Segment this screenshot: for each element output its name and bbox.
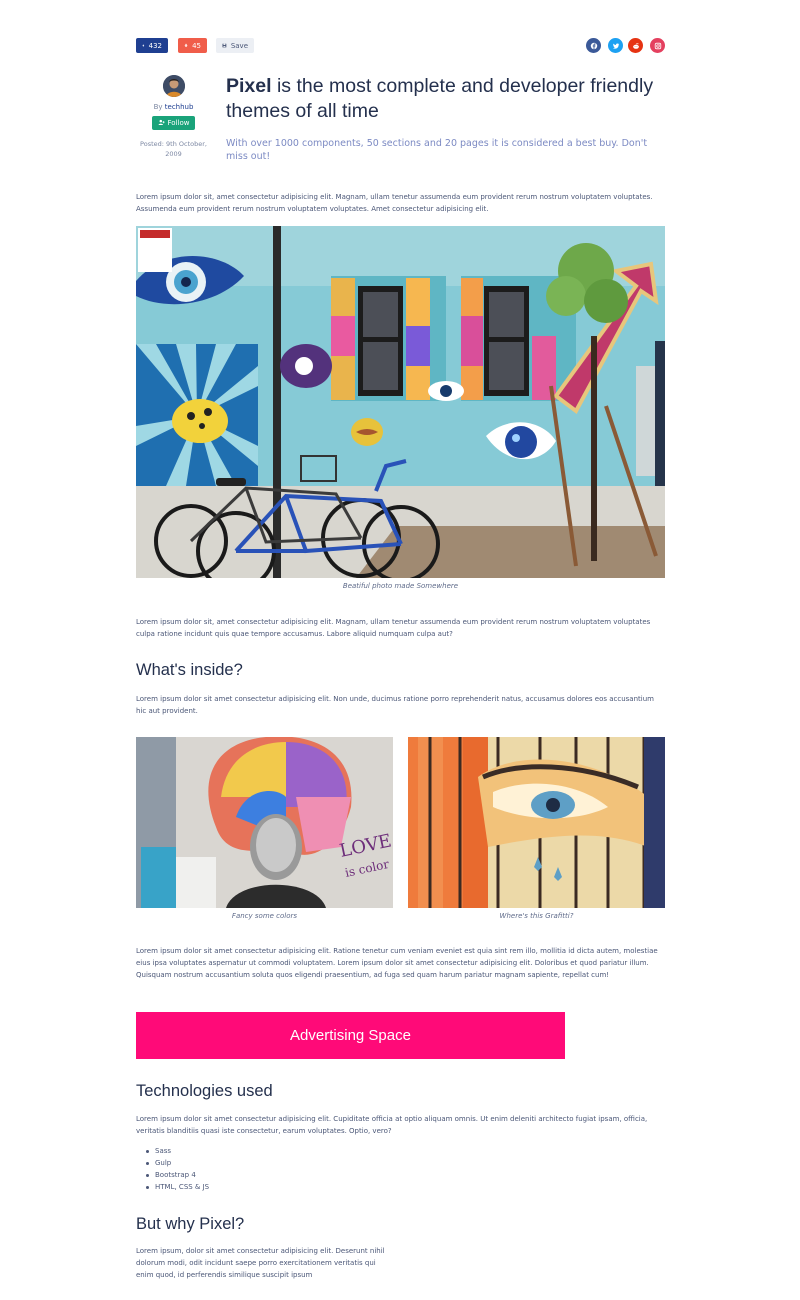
photo-colors-caption: Fancy some colors <box>231 912 298 920</box>
article-action-bar: 432 45 Save <box>136 38 665 54</box>
arrow-down-icon <box>184 43 188 48</box>
photo-colors: LOVE is color <box>136 737 393 908</box>
title-brand: Pixel <box>226 75 272 97</box>
main-photo <box>136 226 665 578</box>
author-name-link[interactable]: techhub <box>165 103 194 111</box>
user-plus-icon <box>158 119 165 125</box>
advertising-label: Advertising Space <box>290 1027 411 1044</box>
share-instagram-button[interactable] <box>650 38 665 53</box>
save-label: Save <box>230 41 248 50</box>
upvote-button[interactable]: 432 <box>136 38 168 53</box>
list-item: Bootstrap 4 <box>146 1169 209 1181</box>
arrow-up-icon <box>142 44 145 47</box>
post-date: Posted: 9th October, 2009 <box>140 140 207 159</box>
upvote-count: 432 <box>148 41 162 50</box>
section-technologies-text: Lorem ipsum dolor sit amet consectetur a… <box>136 1115 648 1135</box>
follow-button[interactable]: Follow <box>151 115 196 130</box>
paragraph-3: Lorem ipsum dolor sit amet consectetur a… <box>136 947 658 979</box>
avatar[interactable] <box>162 75 185 97</box>
photo-grafitti-caption: Where's this Grafitti? <box>499 912 574 920</box>
main-photo-caption: Beatiful photo made Somewhere <box>342 582 459 590</box>
author-card: By techhub Follow Posted: 9th October, 2… <box>136 75 211 159</box>
advertising-banner[interactable]: Advertising Space <box>136 1012 565 1059</box>
section-inside-text: Lorem ipsum dolor sit amet consectetur a… <box>136 695 654 715</box>
save-button[interactable]: Save <box>216 38 254 53</box>
share-facebook-button[interactable] <box>586 38 601 53</box>
section-heading-technologies: Technologies used <box>136 1082 273 1100</box>
downvote-button[interactable]: 45 <box>178 38 207 53</box>
page-title: Pixel is the most complete and developer… <box>226 74 666 124</box>
photo-grafitti <box>408 737 665 908</box>
author-byline: By techhub <box>153 103 194 111</box>
list-item: Sass <box>146 1145 209 1157</box>
instagram-icon <box>654 42 661 49</box>
twitter-icon <box>612 42 619 49</box>
title-text: is the most complete and developer frien… <box>226 75 654 122</box>
section-why-pixel-text: Lorem ipsum, dolor sit amet consectetur … <box>136 1247 385 1279</box>
section-heading-why-pixel: But why Pixel? <box>136 1215 245 1233</box>
list-item: HTML, CSS & JS <box>146 1181 209 1193</box>
page-subtitle: With over 1000 components, 50 sections a… <box>226 138 648 162</box>
share-twitter-button[interactable] <box>608 38 623 53</box>
intro-paragraph: Lorem ipsum dolor sit, amet consectetur … <box>136 193 653 213</box>
facebook-icon <box>590 42 597 49</box>
downvote-count: 45 <box>192 41 201 50</box>
paragraph-2: Lorem ipsum dolor sit, amet consectetur … <box>136 618 651 638</box>
follow-label: Follow <box>167 118 190 127</box>
save-icon <box>222 43 227 48</box>
technologies-list: Sass Gulp Bootstrap 4 HTML, CSS & JS <box>146 1145 209 1193</box>
section-heading-inside: What's inside? <box>136 661 243 679</box>
list-item: Gulp <box>146 1157 209 1169</box>
reddit-icon <box>632 42 639 49</box>
share-reddit-button[interactable] <box>628 38 643 53</box>
